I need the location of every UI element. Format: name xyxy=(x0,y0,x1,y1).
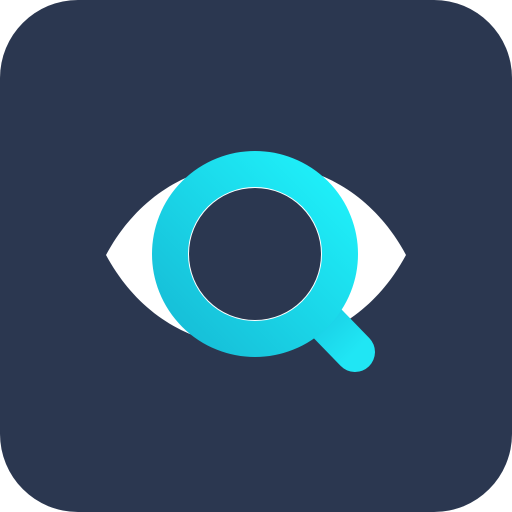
magnifier-lens-center xyxy=(189,188,321,320)
app-icon-tile[interactable] xyxy=(0,0,512,512)
eye-magnifier-icon xyxy=(106,151,406,372)
